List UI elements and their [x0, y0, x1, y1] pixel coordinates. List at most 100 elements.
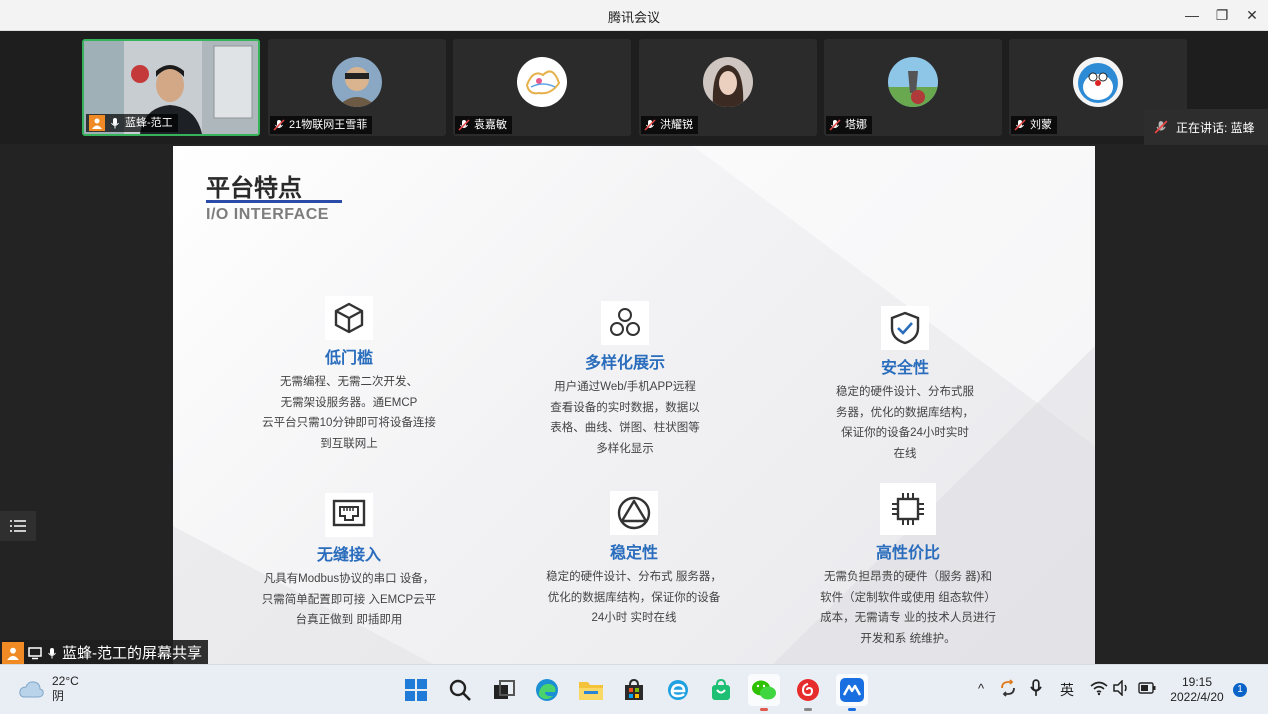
feature-heading: 高性价比: [875, 545, 940, 562]
feature-heading: 多样化展示: [584, 355, 665, 372]
wifi-icon: [1090, 681, 1108, 696]
edge-icon: [536, 679, 558, 701]
mic-icon: [48, 647, 56, 658]
search-button[interactable]: [444, 674, 476, 706]
microphone-tray-button[interactable]: [1029, 679, 1043, 700]
weather-desc: 阴: [52, 689, 65, 703]
slide-subtitle: I/O INTERFACE: [206, 206, 329, 223]
cube-icon: [325, 296, 373, 340]
restore-button[interactable]: ❐: [1208, 4, 1236, 26]
tray-overflow-chevron[interactable]: ^: [978, 681, 984, 696]
notification-badge[interactable]: 1: [1233, 683, 1247, 697]
file-explorer-button[interactable]: [575, 674, 607, 706]
avatar: [332, 57, 382, 107]
tencent-meeting-icon: [840, 678, 864, 702]
mic-muted-icon: [829, 119, 841, 131]
mic-muted-icon: [458, 119, 470, 131]
participant-nameplate: 塔娜: [826, 116, 872, 134]
wechat-icon: [752, 680, 776, 700]
participant-nameplate: 蓝蜂-范工: [86, 114, 178, 132]
participant-strip: 蓝蜂-范工 21物联网王雪菲 袁嘉敏 洪耀锐 塔娜 刘蒙 正在讲话: 蓝蜂: [0, 31, 1268, 145]
avatar: [888, 57, 938, 107]
sync-icon: [1001, 679, 1015, 697]
weather-widget[interactable]: 22°C 阴: [18, 674, 79, 704]
triangle-circle-icon: [610, 491, 658, 535]
ethernet-port-icon: [325, 493, 373, 537]
avatar: [517, 57, 567, 107]
close-button[interactable]: ✕: [1238, 4, 1266, 26]
tencent-meeting-button[interactable]: [836, 674, 868, 711]
mic-icon: [111, 118, 119, 129]
speaking-indicator: 正在讲话: 蓝蜂: [1144, 109, 1268, 145]
list-icon: [10, 520, 26, 532]
participant-nameplate: 袁嘉敏: [455, 116, 512, 134]
netease-music-icon: [797, 679, 819, 701]
app-store-bag-button[interactable]: [705, 674, 737, 706]
feature-heading: 低门槛: [324, 350, 373, 367]
feature-seamless-access: 无缝接入 凡具有Modbus协议的串口 设备， 只需简单配置即可接 入EMCP云…: [229, 493, 469, 631]
shield-check-icon: [881, 306, 929, 350]
meeting-area: 蓝蜂-范工 21物联网王雪菲 袁嘉敏 洪耀锐 塔娜 刘蒙 正在讲话: 蓝蜂 平台…: [0, 31, 1268, 665]
wifi-tray-button[interactable]: [1090, 680, 1108, 699]
avatar: [703, 57, 753, 107]
screen-share-icon: [28, 646, 42, 659]
minimize-button[interactable]: —: [1178, 4, 1206, 26]
cloud-icon: [19, 681, 44, 698]
host-icon: [89, 115, 105, 131]
folder-icon: [579, 682, 603, 700]
host-icon: [2, 641, 24, 664]
participant-tile[interactable]: 洪耀锐: [639, 39, 817, 136]
chip-icon: [880, 483, 936, 535]
screen-share-label: 蓝蜂-范工的屏幕共享: [2, 640, 208, 665]
ie-icon: [668, 680, 688, 700]
share-label-text: 蓝蜂-范工的屏幕共享: [62, 645, 202, 662]
search-icon: [449, 679, 471, 701]
task-view-button[interactable]: [488, 674, 520, 706]
ie-button[interactable]: [662, 674, 694, 706]
participant-tile[interactable]: 袁嘉敏: [453, 39, 631, 136]
feature-heading: 稳定性: [609, 545, 658, 562]
feature-body: 用户通过Web/手机APP远程 查看设备的实时数据，数据以 表格、曲线、饼图、柱…: [550, 381, 700, 455]
volume-tray-button[interactable]: [1113, 679, 1131, 699]
mic-muted-icon: [644, 119, 656, 131]
title-underline: [206, 200, 342, 203]
participant-name: 袁嘉敏: [474, 119, 507, 131]
mic-muted-icon: [273, 119, 285, 131]
sync-tray-button[interactable]: [999, 679, 1017, 700]
feature-body: 稳定的硬件设计、分布式服 务器，优化的数据库结构， 保证你的设备24小时实时 在…: [836, 386, 974, 460]
battery-tray-button[interactable]: [1138, 682, 1156, 697]
feature-body: 凡具有Modbus协议的串口 设备， 只需简单配置即可接 入EMCP云平 台真正…: [261, 573, 437, 626]
participant-tile[interactable]: 21物联网王雪菲: [268, 39, 446, 136]
app-running-indicator: [804, 708, 812, 711]
participant-tile-host[interactable]: 蓝蜂-范工: [82, 39, 260, 136]
speaker-icon: [1113, 679, 1127, 697]
participant-name: 洪耀锐: [660, 119, 693, 131]
microsoft-store-button[interactable]: [618, 674, 650, 706]
windows-taskbar: 22°C 阴 ^ 英 19:15 2022/4/20 1: [0, 664, 1268, 714]
battery-icon: [1138, 682, 1156, 694]
netease-music-button[interactable]: [792, 674, 824, 711]
feature-diverse-display: 多样化展示 用户通过Web/手机APP远程 查看设备的实时数据，数据以 表格、曲…: [505, 301, 745, 459]
shopping-bag-icon: [712, 678, 730, 700]
microphone-icon: [1030, 679, 1042, 696]
participant-name: 刘蒙: [1030, 119, 1052, 131]
shared-screen-slide: 平台特点 I/O INTERFACE 低门槛 无需编程、无需二次开发、 无需架设…: [173, 146, 1095, 664]
list-toggle-button[interactable]: [0, 511, 36, 541]
system-clock[interactable]: 19:15 2022/4/20: [1165, 675, 1229, 705]
participant-nameplate: 21物联网王雪菲: [270, 116, 373, 134]
wechat-button[interactable]: [748, 674, 780, 711]
store-icon: [625, 678, 643, 700]
edge-taskbar-button[interactable]: [531, 674, 563, 706]
app-running-indicator: [760, 708, 768, 711]
mic-muted-icon: [1014, 119, 1026, 131]
windows-logo-icon: [405, 679, 427, 701]
weather-temp: 22°C: [52, 674, 79, 688]
participant-tile[interactable]: 塔娜: [824, 39, 1002, 136]
ime-indicator[interactable]: 英: [1060, 680, 1074, 700]
start-button[interactable]: [400, 674, 432, 706]
feature-security: 安全性 稳定的硬件设计、分布式服 务器，优化的数据库结构， 保证你的设备24小时…: [785, 306, 1025, 464]
clock-date: 2022/4/20: [1170, 690, 1224, 704]
clock-time: 19:15: [1181, 675, 1213, 689]
speaking-label: 正在讲话: 蓝蜂: [1176, 120, 1255, 135]
participant-name: 21物联网王雪菲: [289, 119, 368, 131]
